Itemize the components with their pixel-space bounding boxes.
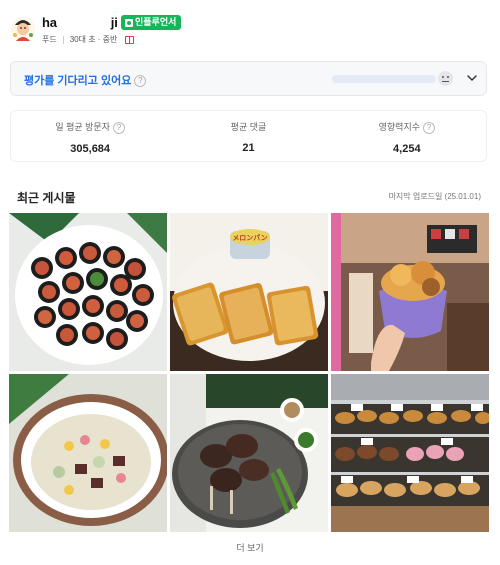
help-icon[interactable]: ? [423,121,436,134]
avatar[interactable] [10,14,36,44]
post-thumbnail-bakery[interactable] [331,374,489,532]
rating-panel[interactable]: 평가를 기다리고 있어요? [10,61,487,96]
chevron-down-icon[interactable] [466,72,478,84]
help-icon[interactable]: ? [113,121,125,134]
rating-text: 평가를 기다리고 있어요 [24,75,132,87]
post-thumbnail-lamb-chops[interactable] [170,374,328,532]
badge-icon [125,18,133,27]
recent-posts-grid: メロンパン [9,213,489,532]
profile-meta: 푸드 30대 초 · 중반 [42,34,135,45]
meta-divider [62,35,64,44]
stats-panel: 일 평균 방문자? 305,684 평균 댓글 21 영향력지수? 4,254 [10,110,487,162]
post-thumbnail-ice-cream[interactable] [331,213,489,371]
post-thumbnail-soup[interactable] [9,374,167,532]
profile-name-mask [56,17,111,30]
help-icon[interactable]: ? [134,75,147,88]
post-thumbnail-melon-toast[interactable]: メロンパン [170,213,328,371]
stat-value: 4,254 [393,142,421,155]
influencer-badge: 인플루언서 [121,15,182,30]
last-upload-date: 마지막 업로드일 (25.01.01) [388,192,481,201]
stat-average-comments: 평균 댓글 21 [169,111,327,161]
profile-header: ha ji 인플루언서 푸드 30대 초 · 중반 [10,12,490,48]
rating-label: 평가를 기다리고 있어요? [24,72,147,88]
post-thumbnail-kimbap[interactable] [9,213,167,371]
stat-daily-visitors: 일 평균 방문자? 305,684 [11,111,169,161]
more-button[interactable]: 더 보기 [0,541,500,554]
profile-name-start: ha [42,15,57,30]
stat-value: 21 [242,142,255,154]
category-label: 푸드 [42,35,57,44]
neutral-face-icon [438,71,453,86]
avatar-illustration [11,17,35,41]
stat-label: 영향력지수? [328,120,486,134]
age-label: 30대 초 · 중반 [69,35,118,44]
gift-icon [125,35,135,44]
package-label: メロンパン [232,233,267,242]
profile-name-end: ji [110,15,118,30]
rating-progress-bar [332,75,436,83]
badge-label: 인플루언서 [135,17,177,27]
section-title: 최근 게시물 [17,191,76,205]
stat-label: 일 평균 방문자? [11,120,169,134]
stat-value: 305,684 [70,142,111,155]
stat-label: 평균 댓글 [230,122,267,132]
stat-influence-index: 영향력지수? 4,254 [328,111,486,161]
profile-name: ha ji [42,15,118,30]
